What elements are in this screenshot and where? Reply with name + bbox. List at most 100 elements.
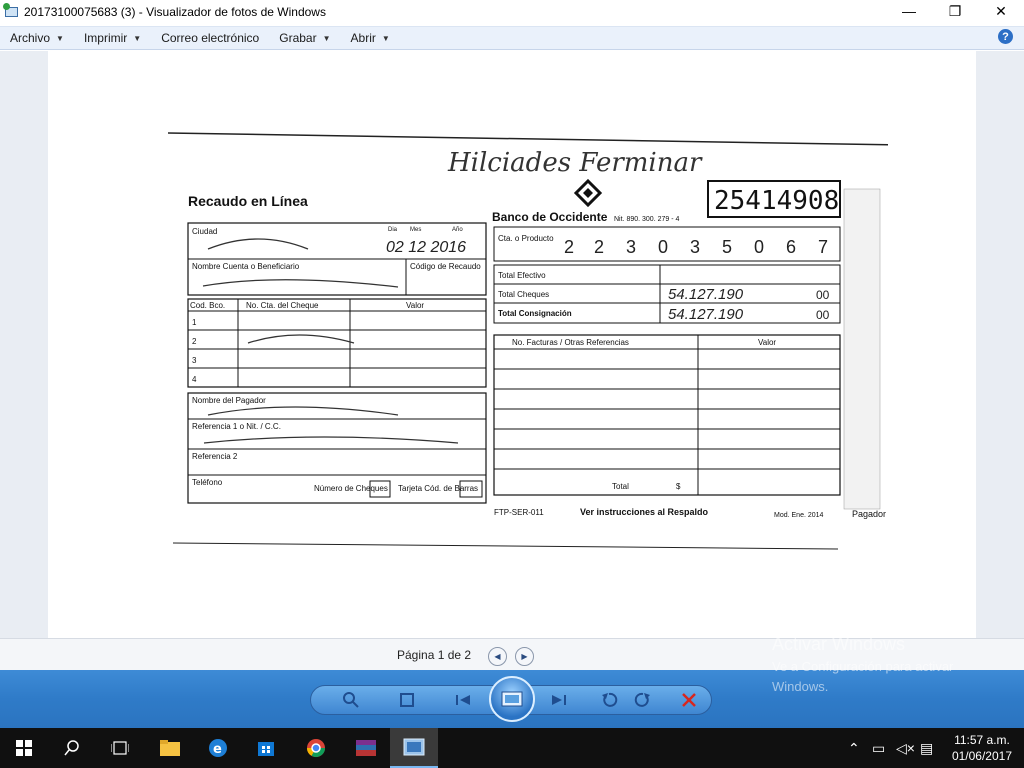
svg-text:3: 3 — [626, 237, 636, 257]
edge-browser-icon[interactable]: e — [194, 728, 242, 768]
previous-image-icon[interactable] — [448, 688, 478, 712]
rotate-left-icon[interactable] — [594, 688, 624, 712]
facturas-valor-label: Valor — [758, 338, 776, 347]
nombre-cuenta-label: Nombre Cuenta o Beneficiario — [192, 262, 300, 271]
svg-text:6: 6 — [786, 237, 796, 257]
slideshow-button[interactable] — [489, 676, 535, 722]
tarjeta-cod-label: Tarjeta Cód. de Barras — [398, 484, 478, 493]
svg-text:0: 0 — [658, 237, 668, 257]
menu-archivo[interactable]: Archivo ▼ — [0, 27, 74, 49]
account-digits: 2 2 3 0 3 5 0 6 7 — [564, 237, 828, 257]
menu-label: Archivo — [10, 31, 51, 45]
photo-viewer-app-icon — [3, 3, 20, 20]
menu-abrir[interactable]: Abrir ▼ — [341, 27, 400, 49]
svg-text:2: 2 — [192, 337, 197, 346]
menu-imprimir[interactable]: Imprimir ▼ — [74, 27, 151, 49]
slideshow-icon — [501, 691, 523, 707]
total-consignacion-value: 54.127.190 — [668, 306, 744, 323]
minimize-button[interactable]: — — [886, 0, 932, 22]
winrar-icon[interactable] — [342, 728, 390, 768]
ano-label: Año — [452, 227, 463, 233]
cents-consignacion: 00 — [816, 308, 830, 322]
bank-name: Banco de Occidente — [492, 210, 608, 224]
svg-text:e: e — [213, 742, 222, 757]
photo-viewer-window: 20173100075683 (3) - Visualizador de fot… — [0, 0, 1024, 728]
rotate-right-icon[interactable] — [628, 688, 658, 712]
total-cheques-value: 54.127.190 — [668, 286, 744, 303]
page-indicator: Página 1 de 2 — [397, 648, 472, 662]
windows-logo-icon — [16, 740, 32, 756]
mod-date: Mod. Ene. 2014 — [774, 512, 824, 519]
pagador-label: Pagador — [852, 509, 886, 519]
activation-subtitle: Ve a Configuración para activar Windows. — [772, 659, 954, 694]
scanned-page: Hilciades Ferminar Recaudo en Línea Banc… — [48, 51, 976, 638]
voucher-number: 25414908 — [714, 186, 839, 216]
svg-text:4: 4 — [192, 375, 197, 384]
volume-muted-icon[interactable]: ◁× — [896, 740, 915, 757]
svg-text:0: 0 — [754, 237, 764, 257]
next-image-icon[interactable] — [544, 688, 574, 712]
menu-label: Abrir — [350, 31, 376, 45]
handwritten-name: Hilciades Ferminar — [447, 148, 703, 178]
svg-text:7: 7 — [818, 237, 828, 257]
taskbar: e ⌃ ▭ ◁× ▤ 11:57 a.m. 01/06/2017 — [0, 728, 1024, 768]
facturas-label: No. Facturas / Otras Referencias — [512, 338, 629, 347]
mes-label: Mes — [410, 227, 421, 233]
valor-label: Valor — [406, 301, 424, 310]
nombre-pagador-label: Nombre del Pagador — [192, 396, 266, 405]
search-icon[interactable] — [48, 728, 96, 768]
cod-bco-label: Cod. Bco. — [190, 301, 225, 310]
prev-page-button[interactable]: ◀ — [488, 647, 507, 666]
cta-producto-label: Cta. o Producto — [498, 234, 554, 243]
close-button[interactable]: ✕ — [978, 0, 1024, 22]
network-icon[interactable]: ▭ — [872, 740, 885, 757]
svg-text:2: 2 — [594, 237, 604, 257]
svg-text:5: 5 — [722, 237, 732, 257]
referencia2-label: Referencia 2 — [192, 452, 238, 461]
svg-text:1: 1 — [192, 318, 197, 327]
total-consignacion-label: Total Consignación — [498, 309, 572, 318]
maximize-button[interactable]: ❐ — [932, 0, 978, 22]
svg-text:3: 3 — [690, 237, 700, 257]
help-icon[interactable]: ? — [998, 29, 1013, 44]
caret-down-icon: ▼ — [322, 33, 331, 43]
show-hidden-icons-icon[interactable]: ⌃ — [848, 740, 860, 757]
actual-size-icon[interactable] — [392, 688, 422, 712]
svg-text:2: 2 — [564, 237, 574, 257]
total-efectivo-label: Total Efectivo — [498, 271, 546, 280]
numero-cheques-label: Número de Cheques — [314, 484, 388, 493]
next-page-button[interactable]: ▶ — [515, 647, 534, 666]
clock-time: 11:57 a.m. — [954, 733, 1010, 747]
codigo-recaudo-label: Código de Recaudo — [410, 262, 481, 271]
bank-logo-icon — [573, 178, 603, 208]
menu-grabar[interactable]: Grabar ▼ — [269, 27, 340, 49]
task-view-icon[interactable] — [96, 728, 144, 768]
ver-instrucciones: Ver instrucciones al Respaldo — [580, 507, 709, 517]
clock-date: 01/06/2017 — [951, 749, 1012, 763]
bank-nit: Nit. 890. 300. 279 - 4 — [614, 216, 679, 223]
photo-viewer-taskbar-icon[interactable] — [390, 728, 438, 768]
ciudad-label: Ciudad — [192, 227, 217, 236]
menu-label: Correo electrónico — [161, 31, 260, 45]
facturas-total-dollar: $ — [676, 482, 681, 491]
store-icon[interactable] — [242, 728, 290, 768]
caret-down-icon: ▼ — [381, 33, 390, 43]
title-bar: 20173100075683 (3) - Visualizador de fot… — [0, 0, 1024, 24]
caret-down-icon: ▼ — [56, 33, 64, 43]
recaudo-title: Recaudo en Línea — [188, 193, 308, 209]
cents-cheques: 00 — [816, 288, 830, 302]
file-explorer-icon[interactable] — [146, 728, 194, 768]
zoom-icon[interactable] — [336, 688, 366, 712]
total-cheques-label: Total Cheques — [498, 290, 549, 299]
facturas-total-label: Total — [612, 482, 629, 491]
action-center-icon[interactable]: ▤ — [920, 740, 933, 757]
menu-correo[interactable]: Correo electrónico — [151, 27, 269, 49]
menu-label: Grabar — [279, 31, 317, 45]
menu-label: Imprimir — [83, 31, 128, 45]
clock[interactable]: 11:57 a.m. 01/06/2017 — [952, 732, 1012, 764]
start-button[interactable] — [0, 728, 48, 768]
activation-title: Activar Windows — [772, 634, 906, 654]
chrome-icon[interactable] — [292, 728, 340, 768]
image-viewport: Hilciades Ferminar Recaudo en Línea Banc… — [0, 51, 1024, 638]
delete-icon[interactable] — [674, 688, 704, 712]
